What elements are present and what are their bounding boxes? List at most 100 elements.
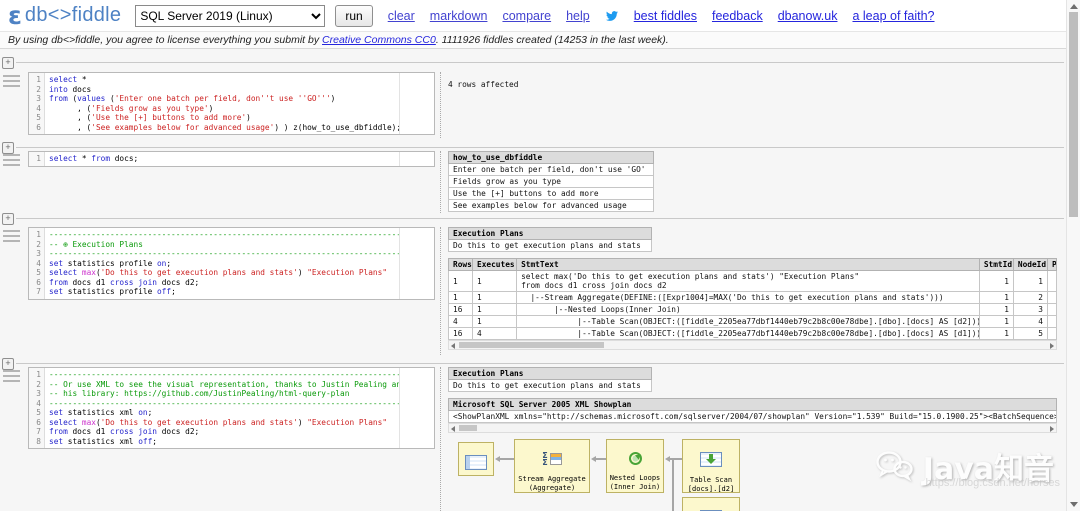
nav-link-best-fiddles[interactable]: best fiddles	[634, 9, 697, 23]
plan-node-table-scan-2[interactable]	[682, 497, 740, 511]
drag-handle-icon[interactable]	[3, 230, 20, 242]
line-number: 6	[33, 123, 41, 133]
twitter-icon[interactable]	[605, 10, 619, 22]
plan-node-label: Stream Aggregate (Aggregate) Cost: 0%	[518, 475, 585, 493]
column-header: StmtId	[979, 259, 1013, 271]
drag-handle-icon[interactable]	[3, 370, 20, 382]
code-area[interactable]: select * from docs;	[45, 152, 399, 166]
code-line: from (values ('Enter one batch per field…	[49, 94, 399, 104]
scroll-right-arrow-icon[interactable]	[1050, 426, 1054, 432]
code-line: ----------------------------------------…	[49, 399, 399, 409]
line-number: 2	[33, 380, 41, 390]
line-number: 7	[33, 287, 41, 297]
code-line: ----------------------------------------…	[49, 230, 399, 240]
plan-connector	[500, 458, 514, 460]
table-cell: 1	[1013, 271, 1047, 292]
table-row: Use the [+] buttons to add more	[449, 188, 654, 200]
add-batch-button[interactable]: +	[2, 57, 14, 69]
add-batch-button[interactable]: +	[2, 213, 14, 225]
page-scrollbar-thumb[interactable]	[1069, 12, 1078, 217]
dbfiddle-logo-icon: ɛ	[8, 3, 22, 28]
result-panel-2: how_to_use_dbfiddleEnter one batch per f…	[440, 151, 1066, 213]
scroll-down-arrow-icon[interactable]	[1070, 502, 1078, 507]
line-number: 3	[33, 249, 41, 259]
scroll-right-arrow-icon[interactable]	[1050, 343, 1054, 349]
nav-link-markdown[interactable]: markdown	[430, 9, 488, 23]
code-area[interactable]: ----------------------------------------…	[45, 368, 399, 448]
add-batch-button[interactable]: +	[2, 358, 14, 370]
page-scrollbar[interactable]	[1066, 0, 1080, 511]
table-header-row: how_to_use_dbfiddle	[449, 152, 654, 164]
nav-link-feedback[interactable]: feedback	[712, 9, 763, 23]
line-number: 4	[33, 399, 41, 409]
sql-editor-2[interactable]: 1 select * from docs;	[28, 151, 435, 167]
plan-node-nested-loops[interactable]: Nested Loops (Inner Join) Cost: 1%	[606, 439, 664, 493]
line-number: 5	[33, 268, 41, 278]
table-header-row: Execution Plans	[449, 368, 652, 380]
result-panel-1: 4 rows affected	[440, 72, 1066, 138]
creative-commons-link[interactable]: Creative Commons CC0	[322, 34, 436, 46]
line-number: 1	[33, 230, 41, 240]
fiddle-row-1: + 123456 select *into docsfrom (values (…	[0, 56, 1066, 138]
run-button[interactable]: run	[335, 5, 372, 27]
line-number: 2	[33, 85, 41, 95]
scroll-left-arrow-icon[interactable]	[451, 343, 455, 349]
table-cell: 1	[449, 292, 473, 304]
code-line: set statistics profile off;	[49, 287, 399, 297]
nav-link-compare[interactable]: compare	[502, 9, 551, 23]
plan-node-stream-aggregate[interactable]: ΣΣ Stream Aggregate (Aggregate) Cost: 0%	[514, 439, 590, 493]
nested-loops-icon	[629, 452, 642, 465]
code-line: into docs	[49, 85, 399, 95]
plan-node-table-scan-1[interactable]: Table Scan [docs].[d2] Cost: 48%	[682, 439, 740, 493]
nav-link-help[interactable]: help	[566, 9, 590, 23]
drag-handle-icon[interactable]	[3, 154, 20, 166]
column-header: how_to_use_dbfiddle	[449, 152, 654, 164]
table-row: Fields grow as you type	[449, 176, 654, 188]
line-number: 7	[33, 427, 41, 437]
table-header-row: Execution Plans	[449, 228, 652, 240]
column-header: Execution Plans	[449, 228, 652, 240]
horizontal-scrollbar[interactable]	[448, 340, 1057, 350]
scroll-up-arrow-icon[interactable]	[1070, 4, 1078, 9]
editor-scroll-area	[399, 368, 434, 448]
result-panel-3: Execution PlansDo this to get execution …	[440, 227, 1066, 355]
table-cell: |--Nested Loops(Inner Join)	[517, 304, 980, 316]
execution-plans-result-table: Execution PlansDo this to get execution …	[448, 367, 652, 392]
table-cell: 1	[979, 304, 1013, 316]
fiddle-row-2: + 1 select * from docs; how_to_use_dbfid…	[0, 141, 1066, 213]
code-area[interactable]: select *into docsfrom (values ('Enter on…	[45, 73, 399, 134]
table-cell: <ShowPlanXML xmlns="http://schemas.micro…	[449, 411, 1057, 423]
plan-node-select[interactable]: SELECT	[458, 442, 494, 476]
sql-editor-4[interactable]: 12345678 -------------------------------…	[28, 367, 435, 449]
code-line: , ('Use the [+] buttons to add more')	[49, 113, 399, 123]
column-header: Microsoft SQL Server 2005 XML Showplan	[449, 399, 1057, 411]
scroll-left-arrow-icon[interactable]	[451, 426, 455, 432]
scrollbar-thumb[interactable]	[459, 425, 477, 431]
execution-plans-result-table: Execution PlansDo this to get execution …	[448, 227, 652, 252]
table-row: 11 |--Stream Aggregate(DEFINE:([Expr1004…	[449, 292, 1057, 304]
plan-node-label: Table Scan [docs].[d2] Cost: 48%	[688, 476, 734, 493]
nav-link-dbanow[interactable]: dbanow.uk	[778, 9, 838, 23]
dbfiddle-page: ɛ db<>fiddle SQL Server 2019 (Linux) run…	[0, 0, 1080, 511]
sql-editor-3[interactable]: 1234567 --------------------------------…	[28, 227, 435, 300]
table-cell: 4	[473, 328, 517, 340]
row-divider: +	[16, 147, 1064, 148]
nav-link-clear[interactable]: clear	[388, 9, 415, 23]
code-area[interactable]: ----------------------------------------…	[45, 228, 399, 299]
nav-link-leap-of-faith[interactable]: a leap of faith?	[852, 9, 934, 23]
scrollbar-thumb[interactable]	[459, 342, 604, 348]
editor-scroll-area	[399, 228, 434, 299]
line-number: 3	[33, 389, 41, 399]
table-cell: 4	[1013, 316, 1047, 328]
horizontal-scrollbar[interactable]	[448, 423, 1057, 433]
dbfiddle-logo[interactable]: ɛ db<>fiddle	[8, 3, 121, 28]
code-line: select * from docs;	[49, 154, 399, 164]
code-line: from docs d1 cross join docs d2;	[49, 278, 399, 288]
top-bar: ɛ db<>fiddle SQL Server 2019 (Linux) run…	[0, 0, 1066, 31]
sql-editor-1[interactable]: 123456 select *into docsfrom (values ('E…	[28, 72, 435, 135]
code-line: , ('Fields grow as you type')	[49, 104, 399, 114]
add-batch-button[interactable]: +	[2, 142, 14, 154]
drag-handle-icon[interactable]	[3, 75, 20, 87]
code-line: set statistics xml off;	[49, 437, 399, 447]
database-select[interactable]: SQL Server 2019 (Linux)	[135, 5, 325, 27]
